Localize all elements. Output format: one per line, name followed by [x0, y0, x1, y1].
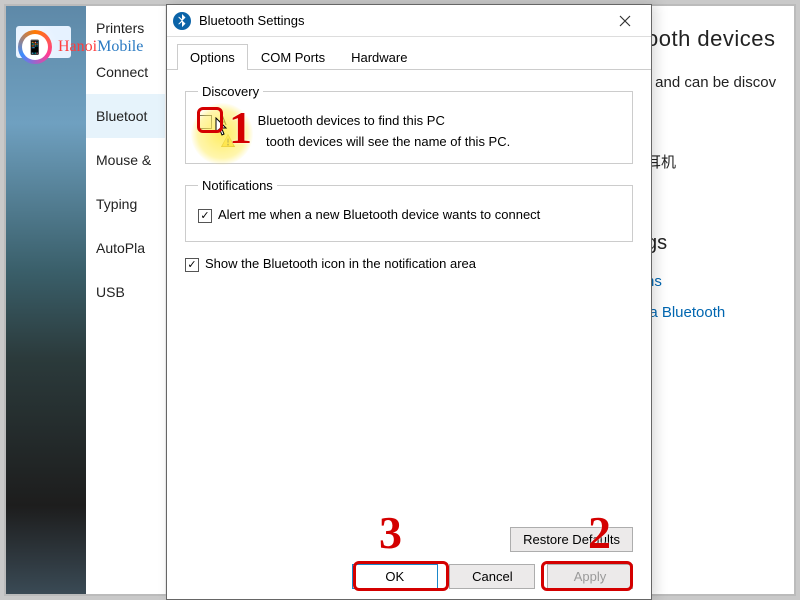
sidebar-item-mouse[interactable]: Mouse &	[86, 138, 165, 182]
device-list-item[interactable]: 耳机	[646, 151, 788, 172]
tab-hardware[interactable]: Hardware	[338, 44, 420, 70]
apply-button[interactable]: Apply	[547, 564, 633, 589]
settings-sidebar: Printers Connect Bluetoot Mouse & Typing…	[86, 6, 166, 594]
page-subtext: r and can be discov	[646, 74, 788, 91]
restore-defaults-button[interactable]: Restore Defaults	[510, 527, 633, 552]
allow-discovery-label: Bluetooth devices to find this PC	[258, 113, 445, 128]
related-link-1[interactable]: ns	[646, 273, 788, 290]
notifications-group: Notifications Alert me when a new Blueto…	[185, 178, 633, 242]
sidebar-item-usb[interactable]: USB	[86, 270, 165, 314]
tab-com-ports[interactable]: COM Ports	[248, 44, 338, 70]
alert-connect-label: Alert me when a new Bluetooth device wan…	[218, 207, 540, 222]
watermark-text: HanoiMobile	[58, 38, 143, 56]
discovery-legend: Discovery	[198, 84, 263, 99]
allow-discovery-checkbox[interactable]	[198, 115, 212, 129]
sidebar-item-autoplay[interactable]: AutoPla	[86, 226, 165, 270]
dialog-title: Bluetooth Settings	[199, 13, 605, 28]
dialog-titlebar[interactable]: Bluetooth Settings	[167, 5, 651, 37]
cancel-button[interactable]: Cancel	[449, 564, 535, 589]
show-tray-icon-label: Show the Bluetooth icon in the notificat…	[205, 256, 476, 271]
allow-discovery-prefix: A	[218, 113, 227, 128]
desktop-wallpaper	[6, 6, 86, 594]
related-settings-heading: gs	[646, 232, 788, 255]
ok-button[interactable]: OK	[352, 564, 438, 589]
tab-options[interactable]: Options	[177, 44, 248, 70]
warning-icon	[220, 133, 236, 149]
discovery-group: Discovery A Bluetooth devices to find th…	[185, 84, 633, 164]
bluetooth-settings-dialog: Bluetooth Settings Options COM Ports Har…	[166, 4, 652, 600]
watermark: 📱 HanoiMobile	[18, 30, 143, 64]
sidebar-item-typing[interactable]: Typing	[86, 182, 165, 226]
alert-connect-checkbox[interactable]	[198, 209, 212, 223]
tab-strip: Options COM Ports Hardware	[167, 37, 651, 70]
close-button[interactable]	[605, 7, 645, 35]
watermark-logo-icon: 📱	[18, 30, 52, 64]
discovery-note: tooth devices will see the name of this …	[266, 134, 510, 149]
page-title: ooth devices	[646, 26, 788, 52]
close-icon	[619, 15, 631, 27]
bluetooth-icon	[173, 12, 191, 30]
related-link-2[interactable]: ia Bluetooth	[646, 304, 788, 321]
sidebar-item-bluetooth[interactable]: Bluetoot	[86, 94, 165, 138]
dialog-footer: Restore Defaults OK Cancel Apply	[167, 527, 651, 589]
show-tray-icon-checkbox[interactable]	[185, 258, 199, 272]
dialog-body: Discovery A Bluetooth devices to find th…	[167, 70, 651, 546]
settings-content-partial: ooth devices r and can be discov 耳机 gs n…	[646, 26, 788, 335]
notifications-legend: Notifications	[198, 178, 277, 193]
